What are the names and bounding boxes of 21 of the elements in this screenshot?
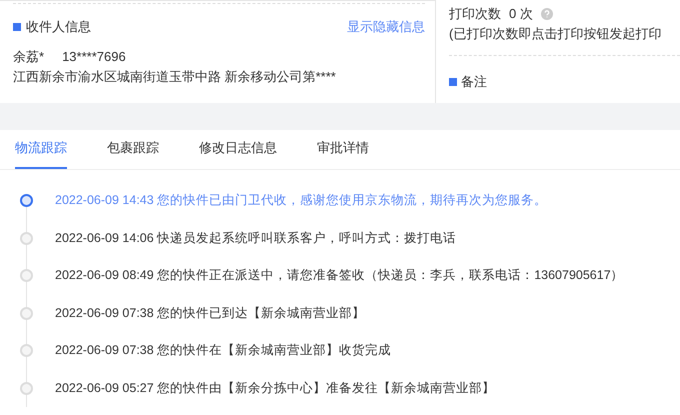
- square-icon: [13, 22, 21, 31]
- timeline-entry: 2022-06-09 14:06 快递员发起系统呼叫联系客户，呼叫方式：拨打电话: [55, 230, 456, 247]
- recipient-name: 余荔*: [13, 48, 44, 66]
- recipient-phone: 13****7696: [62, 48, 126, 66]
- square-icon: [449, 78, 457, 86]
- tab[interactable]: 审批详情: [317, 129, 369, 169]
- tab[interactable]: 包裹跟踪: [107, 129, 159, 169]
- tab[interactable]: 修改日志信息: [199, 129, 277, 169]
- timeline-entry: 2022-06-09 05:27 您的快件由【新余分拣中心】准备发往【新余城南营业部】: [55, 380, 496, 397]
- timeline-entry: 2022-06-09 14:43 您的快件已由门卫代收，感谢您使用京东物流，期待再次为您服务。: [55, 192, 548, 210]
- print-count-value: 0 次: [509, 5, 533, 23]
- print-count-note: (已打印次数即点击打印按钮发起打印: [449, 25, 662, 43]
- recipient-address: 江西新余市渝水区城南街道玉带中路 新余移动公司第****: [13, 68, 337, 86]
- section-title: 收件人信息: [26, 18, 91, 36]
- timeline-entry: 2022-06-09 07:38 您的快件已到达【新余城南营业部】: [55, 304, 366, 322]
- help-icon[interactable]: [540, 8, 553, 20]
- timeline-entry: 2022-06-09 07:38 您的快件在【新余城南营业部】收货完成: [55, 342, 392, 360]
- tab[interactable]: 物流跟踪: [15, 129, 67, 169]
- timeline-entry: 2022-06-09 08:49 您的快件正在派送中，请您准备签收（快递员：李兵，联系电话：13607905617）: [55, 267, 624, 284]
- print-count-label: 打印次数: [449, 5, 501, 23]
- section-title: 备注: [461, 73, 487, 91]
